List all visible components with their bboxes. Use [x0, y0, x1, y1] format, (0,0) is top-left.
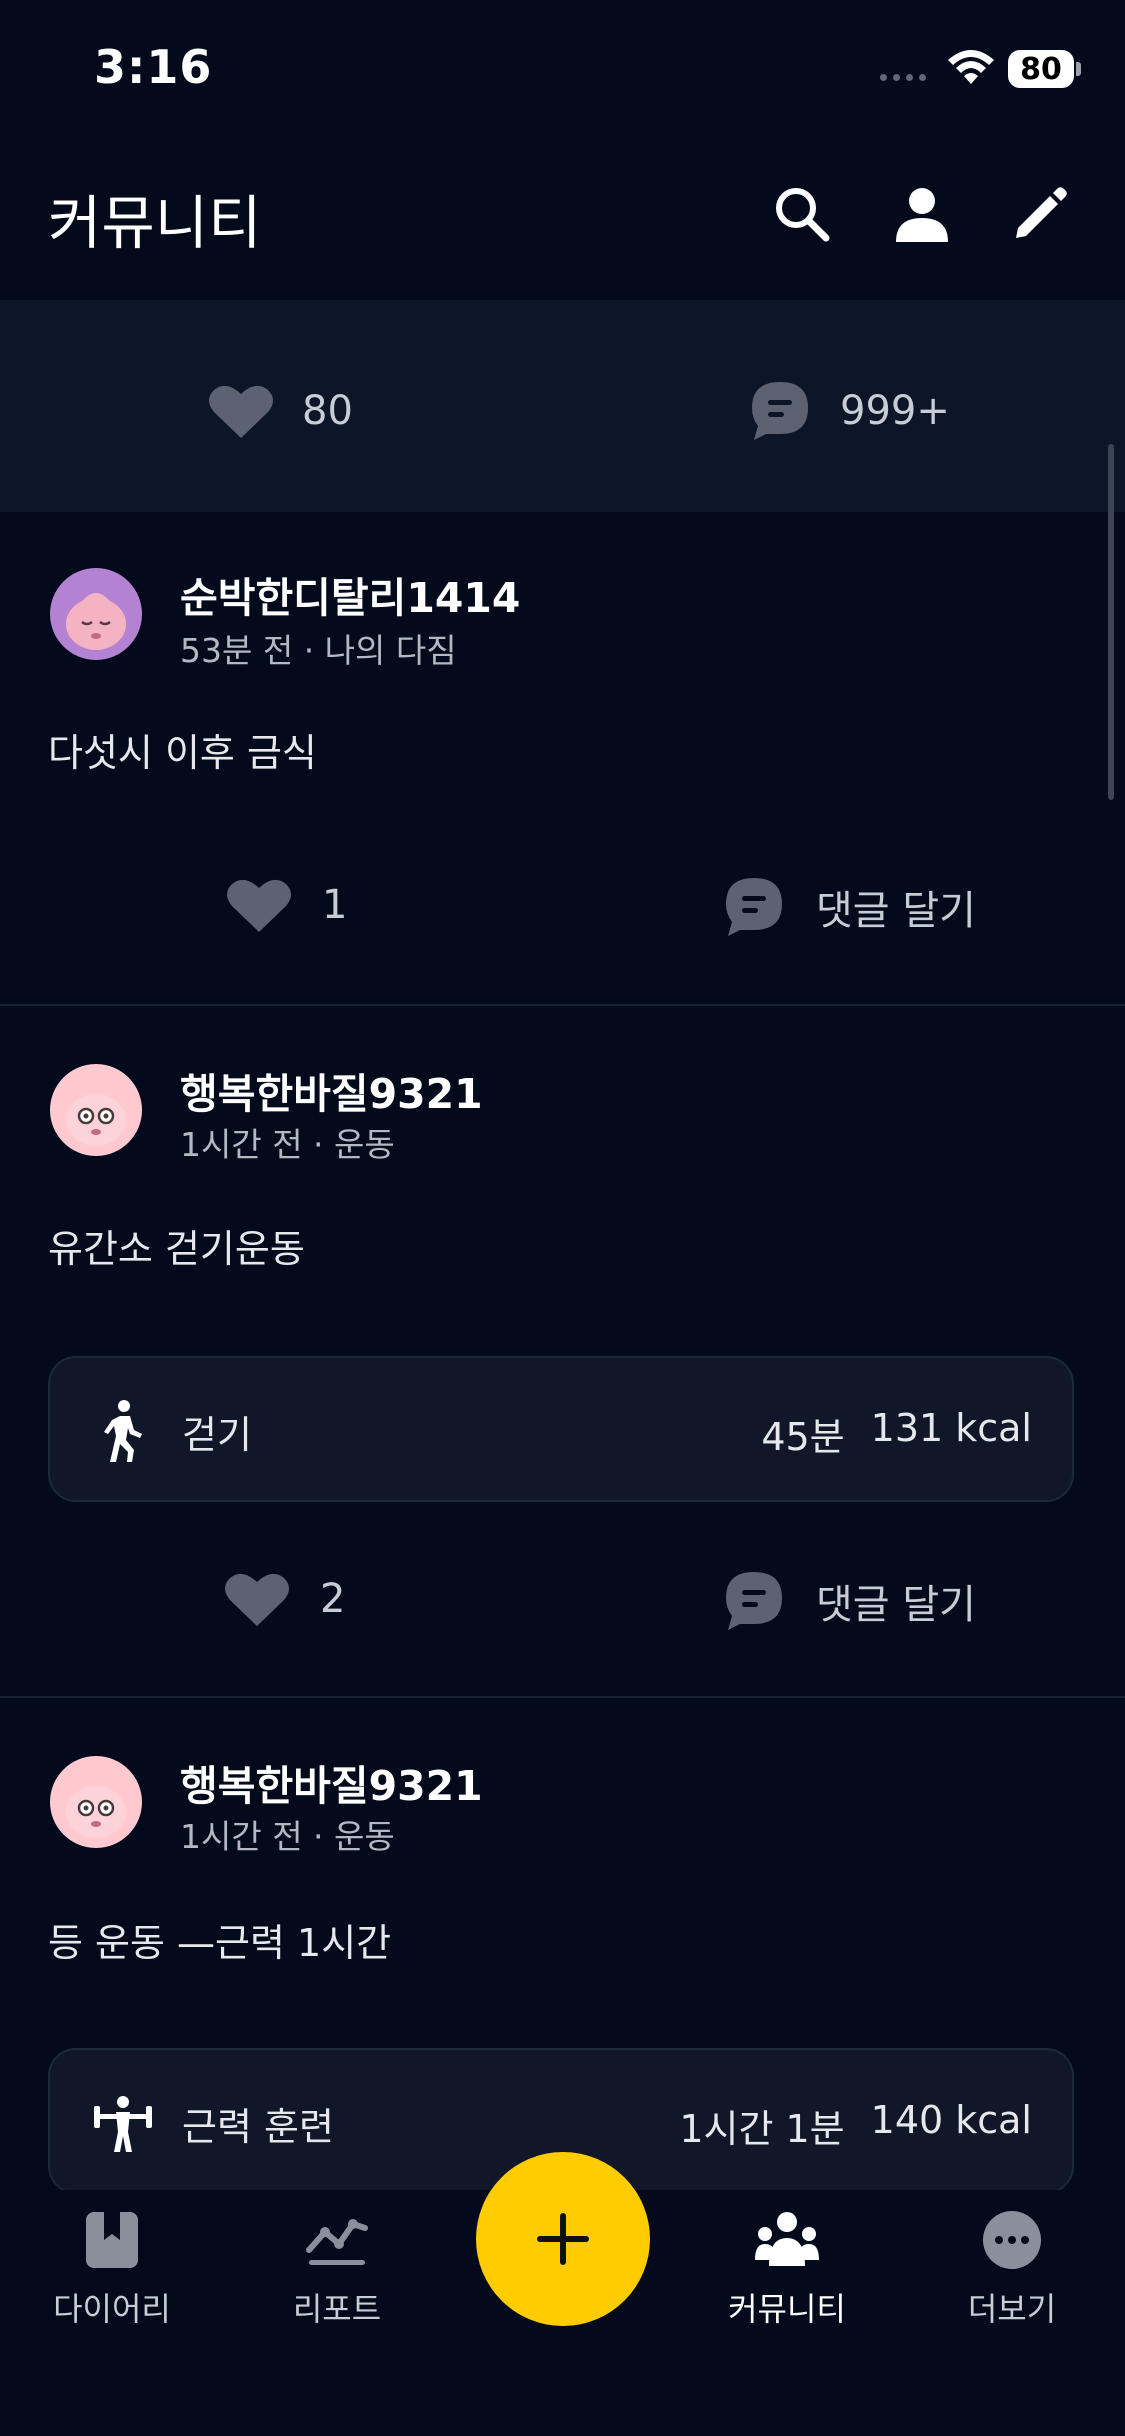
nav-item-community[interactable]: 커뮤니티 [702, 2210, 872, 2330]
scrollbar[interactable] [1108, 444, 1114, 800]
post-meta: 1시간 전 · 운동 [180, 1125, 395, 1164]
comment-button[interactable]: 댓글 달기 [722, 876, 976, 938]
post-divider [0, 1696, 1125, 1698]
report-icon [306, 2219, 368, 2265]
weightlifting-icon [92, 2092, 154, 2158]
nav-label-more: 더보기 [967, 2290, 1057, 2328]
community-icon [755, 2212, 819, 2266]
workout-duration: 45분 [761, 1415, 845, 1459]
nav-label-community: 커뮤니티 [728, 2290, 846, 2328]
like-button[interactable]: 1 [226, 876, 347, 934]
post-divider [0, 1004, 1125, 1006]
status-time: 3:16 [94, 40, 213, 94]
nav-item-diary[interactable]: 다이어리 [27, 2210, 197, 2330]
workout-label: 근력 훈련 [182, 2105, 334, 2149]
workout-duration: 1시간 1분 [679, 2107, 845, 2151]
like-count: 1 [322, 882, 348, 928]
workout-kcal: 140 kcal [870, 2098, 1032, 2142]
post-text[interactable]: 다섯시 이후 금식 [48, 722, 317, 777]
profile-icon[interactable] [890, 182, 954, 246]
plus-icon [537, 2213, 589, 2265]
write-post-icon[interactable] [1008, 182, 1072, 246]
nav-item-report[interactable]: 리포트 [252, 2210, 422, 2330]
nav-label-diary: 다이어리 [53, 2290, 171, 2328]
cellular-signal-icon [880, 74, 926, 81]
summary-likes: 80 [208, 382, 353, 440]
walking-icon [100, 1400, 144, 1468]
heart-icon [227, 879, 291, 932]
post-username[interactable]: 순박한디탈리1414 [180, 564, 520, 624]
post-text[interactable]: 등 운동 —근력 1시간 [48, 1912, 391, 1967]
avatar[interactable] [50, 568, 142, 660]
wifi-icon [946, 48, 996, 92]
more-icon [983, 2211, 1041, 2269]
nav-item-more[interactable]: 더보기 [927, 2210, 1097, 2330]
battery-tip [1076, 62, 1081, 76]
summary-comments: 999+ [748, 380, 950, 442]
heart-icon [209, 385, 273, 438]
search-icon[interactable] [770, 182, 834, 246]
comment-button[interactable]: 댓글 달기 [722, 1570, 976, 1632]
nav-label-report: 리포트 [292, 2290, 382, 2328]
comment-label: 댓글 달기 [816, 888, 976, 934]
heart-icon [225, 1573, 289, 1626]
post-summary-bar: 80 999+ [0, 300, 1125, 512]
post-meta: 53분 전 · 나의 다짐 [180, 631, 457, 670]
battery-level: 80 [1008, 50, 1074, 88]
summary-comments-count: 999+ [840, 388, 950, 434]
like-button[interactable]: 2 [224, 1570, 345, 1628]
post-username[interactable]: 행복한바질9321 [180, 1060, 483, 1120]
workout-card[interactable]: 걷기 45분 131 kcal [48, 1356, 1074, 1502]
workout-stats: 1시간 1분 140 kcal [679, 2098, 1032, 2153]
diary-icon [86, 2212, 138, 2268]
workout-stats: 45분 131 kcal [761, 1406, 1032, 1461]
comment-icon [726, 878, 782, 936]
page-title: 커뮤니티 [48, 189, 262, 257]
comment-icon [726, 1572, 782, 1630]
comment-icon [752, 382, 808, 440]
workout-kcal: 131 kcal [870, 1406, 1032, 1450]
like-count: 2 [320, 1576, 346, 1622]
workout-label: 걷기 [182, 1413, 252, 1457]
summary-likes-count: 80 [302, 388, 353, 434]
post-text[interactable]: 유간소 걷기운동 [48, 1218, 305, 1273]
post-username[interactable]: 행복한바질9321 [180, 1752, 483, 1812]
avatar[interactable] [50, 1756, 142, 1848]
post-meta: 1시간 전 · 운동 [180, 1817, 395, 1856]
add-button[interactable] [476, 2152, 650, 2326]
avatar[interactable] [50, 1064, 142, 1156]
comment-label: 댓글 달기 [816, 1582, 976, 1628]
